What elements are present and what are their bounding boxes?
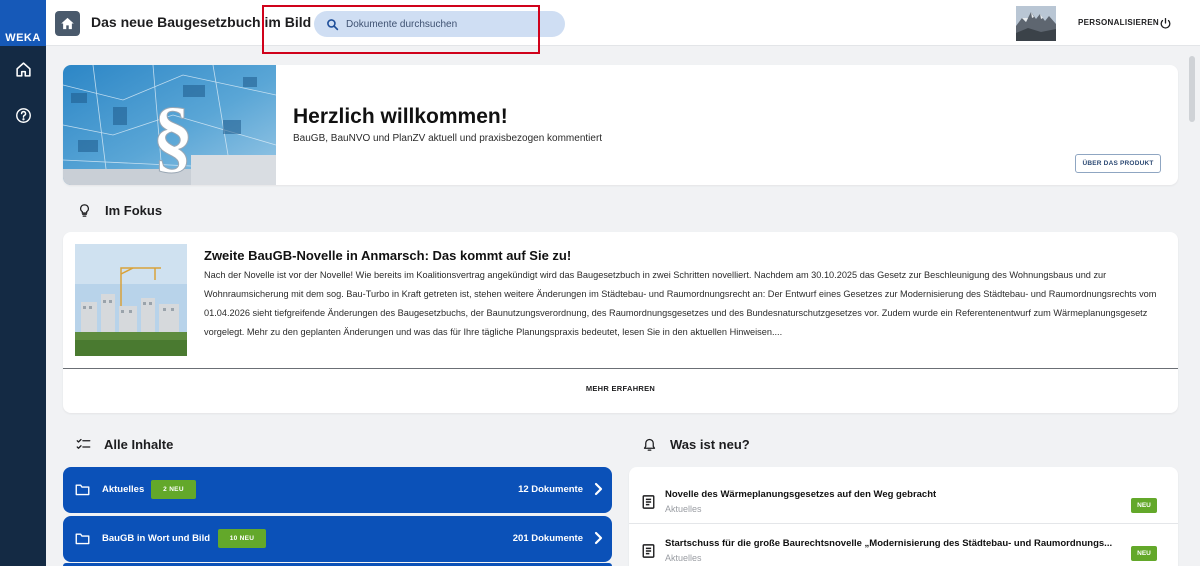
logout-button[interactable] bbox=[1156, 14, 1174, 32]
news-heading-label: Was ist neu? bbox=[670, 437, 750, 452]
about-product-button[interactable]: ÜBER DAS PRODUKT bbox=[1075, 154, 1161, 173]
app-title: Das neue Baugesetzbuch im Bild bbox=[91, 14, 312, 30]
search-input[interactable] bbox=[346, 18, 546, 30]
news-card: Novelle des Wärmeplanungsgesetzes auf de… bbox=[629, 467, 1178, 566]
weka-logo: WEKA bbox=[0, 0, 46, 46]
left-rail: WEKA bbox=[0, 0, 46, 566]
collection-label: Aktuelles bbox=[102, 484, 145, 495]
focus-article-title[interactable]: Zweite BauGB-Novelle in Anmarsch: Das ko… bbox=[204, 248, 571, 263]
chevron-right-icon bbox=[594, 482, 603, 496]
news-category: Aktuelles bbox=[665, 553, 702, 563]
bell-icon bbox=[643, 438, 656, 451]
mountain-image bbox=[1016, 6, 1056, 41]
collection-row-baugb-in-wort-und-bild[interactable]: BauGB in Wort und Bild 10 NEU 201 Dokume… bbox=[63, 516, 612, 562]
focus-heading-label: Im Fokus bbox=[105, 203, 163, 218]
rail-home-button[interactable] bbox=[0, 46, 46, 92]
focus-article-text: Nach der Novelle ist vor der Novelle! Wi… bbox=[204, 270, 1157, 337]
document-count: 201 Dokumente bbox=[512, 533, 583, 544]
news-item[interactable]: Novelle des Wärmeplanungsgesetzes auf de… bbox=[629, 475, 1178, 523]
contents-heading: Alle Inhalte bbox=[76, 437, 173, 452]
power-icon bbox=[1160, 17, 1170, 29]
news-title: Startschuss für die große Baurechtsnovel… bbox=[665, 538, 1113, 549]
focus-card: Zweite BauGB-Novelle in Anmarsch: Das ko… bbox=[63, 232, 1178, 413]
more-button[interactable]: MEHR ERFAHREN bbox=[63, 384, 1178, 393]
help-icon bbox=[15, 107, 31, 123]
new-badge: NEU bbox=[1131, 498, 1157, 513]
checklist-icon bbox=[76, 438, 91, 449]
chevron-right-icon bbox=[594, 531, 603, 545]
paragraph-hero-image: § bbox=[63, 65, 276, 185]
news-title: Novelle des Wärmeplanungsgesetzes auf de… bbox=[665, 489, 937, 500]
focus-heading: Im Fokus bbox=[77, 203, 162, 218]
top-header: Das neue Baugesetzbuch im Bild PERSONALI… bbox=[46, 0, 1200, 46]
folder-icon bbox=[75, 484, 90, 496]
welcome-title: Herzlich willkommen! bbox=[293, 105, 508, 128]
document-count: 12 Dokumente bbox=[518, 484, 583, 495]
contents-heading-label: Alle Inhalte bbox=[104, 437, 174, 452]
news-item[interactable]: Startschuss für die große Baurechtsnovel… bbox=[629, 524, 1178, 566]
avatar[interactable] bbox=[1016, 6, 1056, 41]
lightbulb-icon bbox=[80, 204, 89, 217]
rail-help-button[interactable] bbox=[0, 92, 46, 138]
search-bar[interactable] bbox=[314, 11, 565, 37]
scrollbar-thumb[interactable] bbox=[1189, 56, 1195, 122]
new-badge: NEU bbox=[1131, 546, 1157, 561]
news-category: Aktuelles bbox=[665, 504, 702, 514]
home-icon bbox=[15, 61, 31, 77]
personalize-button[interactable]: PERSONALISIEREN bbox=[1078, 18, 1159, 27]
document-icon bbox=[642, 495, 655, 509]
page-scrollbar[interactable] bbox=[1186, 50, 1194, 558]
new-badge: 10 NEU bbox=[218, 529, 266, 548]
collection-row-aktuelles[interactable]: Aktuelles 2 NEU 12 Dokumente bbox=[63, 467, 612, 513]
welcome-card: § Herzlich willkommen! BauGB, BauNVO und… bbox=[63, 65, 1178, 185]
collection-label: BauGB in Wort und Bild bbox=[102, 533, 211, 544]
folder-icon bbox=[75, 533, 90, 545]
search-icon bbox=[327, 18, 339, 30]
svg-text:§: § bbox=[153, 90, 194, 181]
focus-divider bbox=[63, 368, 1178, 369]
welcome-subtitle: BauGB, BauNVO und PlanZV aktuell und pra… bbox=[293, 133, 603, 144]
home-icon bbox=[61, 17, 74, 30]
header-home-button[interactable] bbox=[55, 11, 80, 36]
document-icon bbox=[642, 544, 655, 558]
new-badge: 2 NEU bbox=[151, 480, 196, 499]
news-heading: Was ist neu? bbox=[642, 437, 750, 452]
construction-city-image bbox=[75, 244, 187, 356]
